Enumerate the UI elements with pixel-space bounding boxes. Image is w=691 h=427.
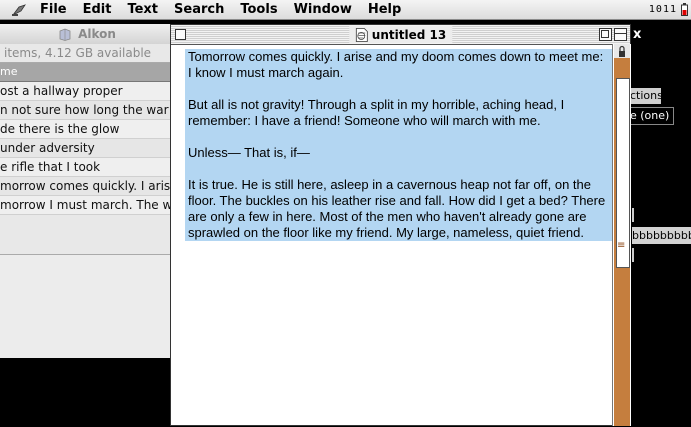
partial-label[interactable]: e (one) — [630, 107, 674, 125]
volume-icon — [58, 28, 72, 41]
list-item[interactable]: de there is the glow — [0, 120, 174, 139]
divider — [632, 208, 634, 222]
finder-empty-area — [0, 254, 174, 358]
window-title-group: untitled 13 — [348, 26, 453, 43]
zoom-box-icon[interactable] — [599, 28, 612, 41]
close-icon[interactable]: x — [633, 27, 641, 42]
menu-file[interactable]: File — [32, 0, 75, 19]
divider — [632, 248, 634, 262]
partial-field[interactable]: bbbbbbbbbb — [632, 227, 691, 244]
finder-title: Alkon — [78, 27, 116, 41]
paragraph-gap — [185, 161, 613, 177]
editor-window[interactable]: untitled 13 Tomorrow comes quickly. I ar… — [170, 24, 631, 426]
editor-title-bar[interactable]: untitled 13 — [171, 25, 630, 45]
menu-window[interactable]: Window — [286, 0, 360, 19]
list-item[interactable]: under adversity — [0, 139, 174, 158]
apple-menu-icon[interactable] — [6, 0, 32, 19]
finder-column-header[interactable]: me — [0, 63, 174, 82]
list-item[interactable]: e rifle that I took — [0, 158, 174, 177]
menu-bar: File Edit Text Search Tools Window Help … — [0, 0, 691, 20]
window-title: untitled 13 — [371, 27, 447, 42]
scroll-track[interactable]: ≡ — [614, 58, 630, 426]
list-item[interactable]: ost a hallway proper — [0, 82, 174, 101]
menu-edit[interactable]: Edit — [75, 0, 120, 19]
paragraph-gap — [185, 81, 613, 97]
list-item[interactable]: n not sure how long the war — [0, 101, 174, 120]
close-box-icon[interactable] — [175, 29, 186, 40]
lock-icon — [619, 45, 625, 57]
finder-title-bar[interactable]: Alkon — [0, 24, 174, 44]
text-paragraph[interactable]: Tomorrow comes quickly. I arise and my d… — [185, 49, 613, 81]
finder-list: ost a hallway proper n not sure how long… — [0, 82, 174, 215]
menu-help[interactable]: Help — [360, 0, 409, 19]
document-text-area[interactable]: Tomorrow comes quickly. I arise and my d… — [185, 49, 613, 427]
text-paragraph[interactable]: But all is not gravity! Through a split … — [185, 97, 613, 129]
text-paragraph[interactable]: It is true. He is still here, asleep in … — [185, 177, 613, 241]
list-item[interactable]: morrow comes quickly. I arise — [0, 177, 174, 196]
paragraph-gap — [185, 129, 613, 145]
finder-window[interactable]: Alkon items, 4.12 GB available me ost a … — [0, 24, 175, 358]
scroll-lock-button[interactable] — [614, 44, 630, 59]
finder-info-bar: items, 4.12 GB available — [0, 44, 174, 63]
grip-icon: ≡ — [617, 240, 626, 251]
menu-text[interactable]: Text — [119, 0, 166, 19]
collapse-box-icon[interactable] — [614, 28, 627, 41]
battery-icon[interactable] — [681, 3, 688, 16]
text-paragraph[interactable]: Unless— That is, if— — [185, 145, 613, 161]
menu-tools[interactable]: Tools — [232, 0, 285, 19]
document-icon[interactable] — [355, 27, 368, 42]
list-item[interactable]: morrow I must march. The wo — [0, 196, 174, 215]
partial-label[interactable]: ctions — [630, 88, 661, 104]
menu-search[interactable]: Search — [166, 0, 232, 19]
menubar-clock[interactable]: 1011 — [649, 0, 677, 19]
vertical-scrollbar[interactable]: ≡ — [612, 44, 631, 426]
